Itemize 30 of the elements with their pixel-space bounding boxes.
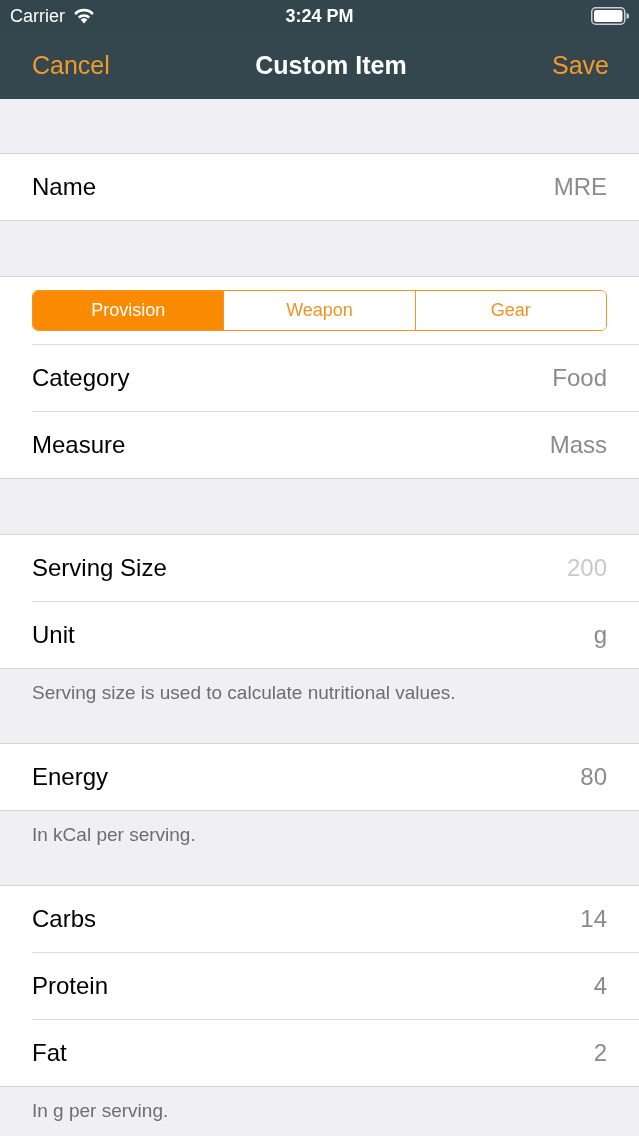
row-label: Protein — [32, 972, 109, 1000]
row-value: 4 — [593, 972, 607, 1000]
segment-tab[interactable]: Provision — [33, 291, 224, 330]
row-label: Carbs — [32, 905, 97, 933]
row-value: Food — [552, 364, 607, 392]
battery-icon — [591, 7, 629, 25]
cancel-button[interactable]: Cancel — [32, 51, 110, 80]
row-label: Fat — [32, 1039, 67, 1067]
save-button[interactable]: Save — [552, 51, 609, 80]
screen-title: Custom Item — [255, 51, 407, 80]
row-value: 80 — [580, 763, 607, 791]
row-label: Serving Size — [32, 554, 167, 582]
row-label: Unit — [32, 621, 75, 649]
carrier-label: Carrier — [10, 5, 65, 27]
row-label: Category — [32, 364, 130, 392]
row-value: g — [593, 621, 607, 649]
wifi-icon — [73, 8, 95, 24]
row-value: 2 — [593, 1039, 607, 1067]
row-label: Name — [32, 173, 97, 201]
clock-time: 3:24 PM — [285, 5, 354, 27]
section-footer-note: Serving size is used to calculate nutritional values. — [31, 681, 457, 705]
number-field[interactable]: 200 — [447, 554, 607, 582]
row-label: Energy — [32, 763, 109, 791]
section-footer-note: In g per serving. — [31, 1099, 170, 1123]
section-footer-note: In kCal per serving. — [31, 823, 197, 847]
row-value: Mass — [549, 431, 607, 459]
row-label: Measure — [32, 431, 126, 459]
row-value: MRE — [553, 173, 607, 201]
segment-tab[interactable]: Gear — [414, 291, 606, 330]
row-value: 14 — [580, 905, 607, 933]
